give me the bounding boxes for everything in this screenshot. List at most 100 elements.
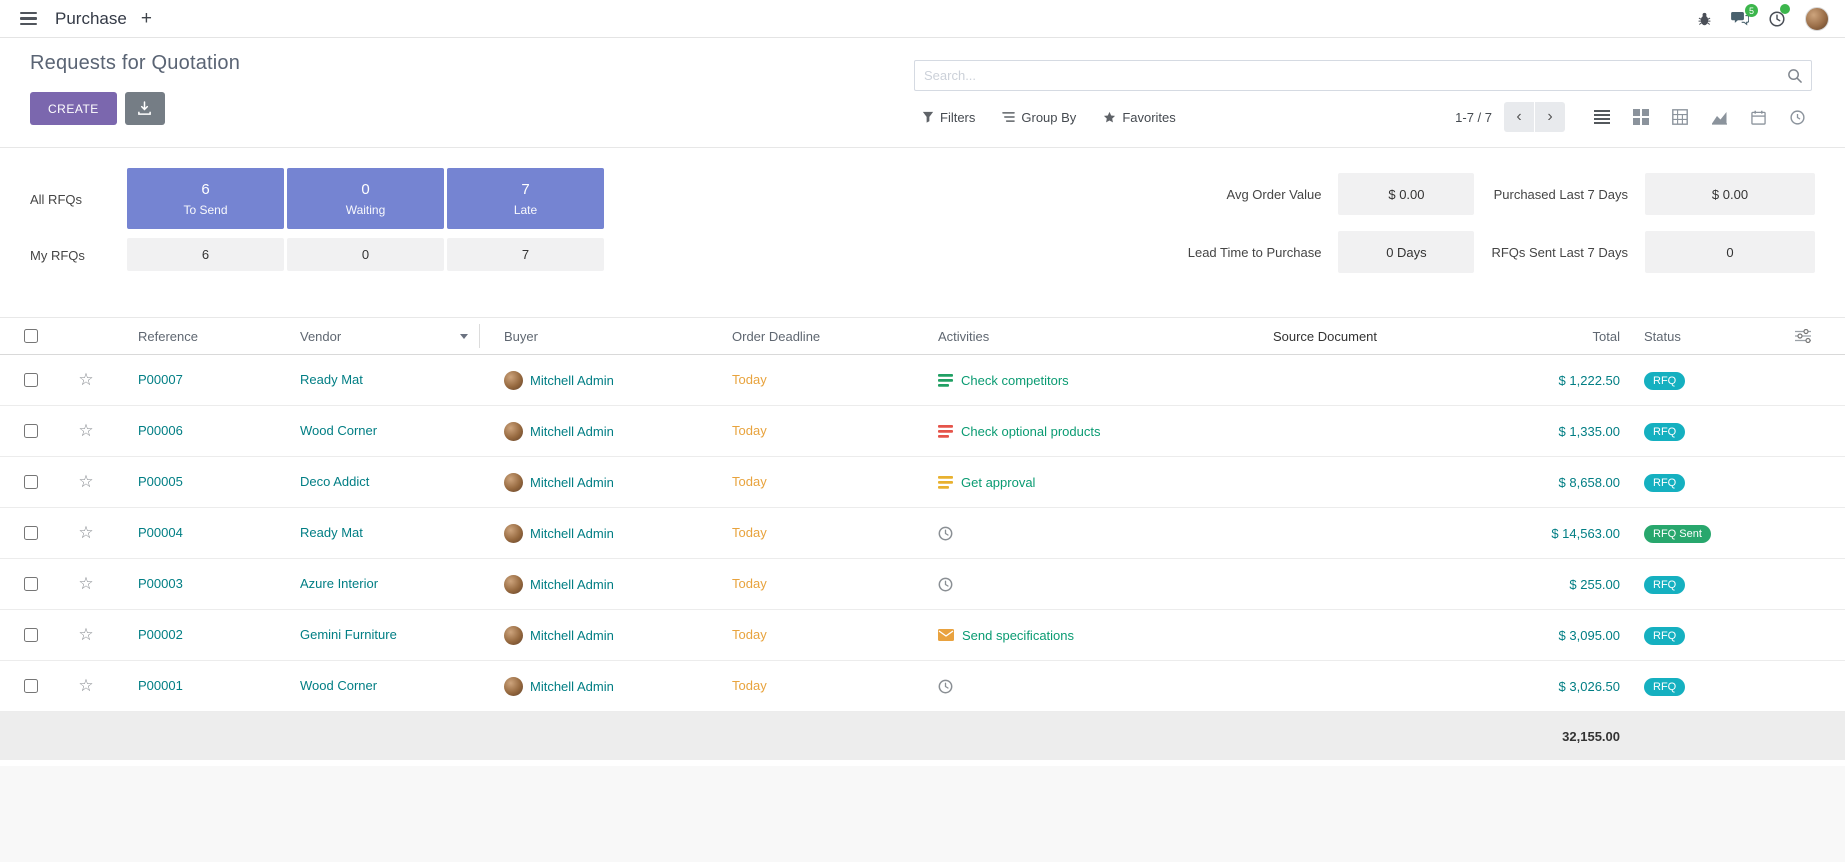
header-vendor[interactable]: Vendor: [280, 318, 480, 354]
pivot-view-icon[interactable]: [1665, 102, 1695, 132]
activity-label[interactable]: Check optional products: [961, 424, 1100, 439]
activity-label[interactable]: Check competitors: [961, 373, 1069, 388]
activity-label[interactable]: Get approval: [961, 475, 1035, 490]
pager-next-button[interactable]: ›: [1535, 102, 1565, 132]
favorite-star-icon[interactable]: ☆: [62, 676, 110, 696]
header-activities[interactable]: Activities: [920, 329, 1190, 344]
favorite-star-icon[interactable]: ☆: [62, 574, 110, 594]
header-order-deadline[interactable]: Order Deadline: [700, 329, 920, 344]
export-button[interactable]: [125, 92, 165, 125]
buyer-link[interactable]: Mitchell Admin: [530, 577, 614, 592]
kanban-view-icon[interactable]: [1626, 102, 1656, 132]
reference-link[interactable]: P00006: [138, 423, 183, 438]
card-waiting[interactable]: 0 Waiting: [287, 168, 444, 229]
avg-order-value[interactable]: $ 0.00: [1338, 173, 1474, 215]
favorite-star-icon[interactable]: ☆: [62, 472, 110, 492]
search-input[interactable]: [924, 68, 1787, 83]
favorite-star-icon[interactable]: ☆: [62, 370, 110, 390]
favorite-star-icon[interactable]: ☆: [62, 625, 110, 645]
pager-previous-button[interactable]: ‹: [1504, 102, 1534, 132]
my-waiting-count[interactable]: 0: [287, 238, 444, 271]
debug-bug-icon[interactable]: [1698, 12, 1711, 26]
optional-columns-icon[interactable]: [1760, 329, 1845, 343]
graph-view-icon[interactable]: [1704, 102, 1734, 132]
reference-link[interactable]: P00004: [138, 525, 183, 540]
header-buyer[interactable]: Buyer: [480, 329, 700, 344]
favorite-star-icon[interactable]: ☆: [62, 523, 110, 543]
vendor-link[interactable]: Wood Corner: [300, 678, 377, 693]
reference-link[interactable]: P00002: [138, 627, 183, 642]
activity-icon[interactable]: [938, 577, 953, 592]
activity-icon[interactable]: [938, 374, 953, 387]
activity-icon[interactable]: [938, 526, 953, 541]
activity-label[interactable]: Send specifications: [962, 628, 1074, 643]
vendor-link[interactable]: Wood Corner: [300, 423, 377, 438]
activity-icon[interactable]: [938, 629, 954, 641]
header-status[interactable]: Status: [1635, 329, 1760, 344]
buyer-link[interactable]: Mitchell Admin: [530, 475, 614, 490]
row-checkbox[interactable]: [24, 424, 38, 438]
search-icon[interactable]: [1787, 68, 1802, 83]
group-by-button[interactable]: Group By: [1002, 110, 1076, 125]
user-avatar[interactable]: [1805, 7, 1829, 31]
table-row[interactable]: ☆ P00003 Azure Interior Mitchell Admin T…: [0, 559, 1845, 610]
card-late[interactable]: 7 Late: [447, 168, 604, 229]
select-all-checkbox[interactable]: [24, 329, 38, 343]
messages-icon[interactable]: 5: [1731, 11, 1749, 26]
reference-link[interactable]: P00001: [138, 678, 183, 693]
lead-time-value[interactable]: 0 Days: [1338, 231, 1474, 273]
vendor-link[interactable]: Deco Addict: [300, 474, 369, 489]
create-button[interactable]: CREATE: [30, 92, 117, 125]
table-row[interactable]: ☆ P00001 Wood Corner Mitchell Admin Toda…: [0, 661, 1845, 712]
header-total[interactable]: Total: [1460, 329, 1635, 344]
filters-button[interactable]: Filters: [922, 110, 975, 125]
activities-count-badge: [1780, 4, 1790, 14]
calendar-view-icon[interactable]: [1743, 102, 1773, 132]
activity-icon[interactable]: [938, 425, 953, 438]
row-checkbox[interactable]: [24, 373, 38, 387]
activities-clock-icon[interactable]: [1769, 11, 1785, 27]
row-checkbox[interactable]: [24, 475, 38, 489]
header-reference[interactable]: Reference: [110, 329, 280, 344]
favorites-button[interactable]: Favorites: [1103, 110, 1175, 125]
table-row[interactable]: ☆ P00002 Gemini Furniture Mitchell Admin…: [0, 610, 1845, 661]
vendor-link[interactable]: Gemini Furniture: [300, 627, 397, 642]
header-source-document[interactable]: Source Document: [1190, 329, 1460, 344]
favorite-star-icon[interactable]: ☆: [62, 421, 110, 441]
row-checkbox[interactable]: [24, 526, 38, 540]
apps-menu-icon[interactable]: [16, 8, 41, 30]
rfqs-sent-last-7-days[interactable]: 0: [1645, 231, 1815, 273]
plus-icon[interactable]: +: [141, 9, 152, 28]
buyer-link[interactable]: Mitchell Admin: [530, 628, 614, 643]
vendor-link[interactable]: Ready Mat: [300, 525, 363, 540]
reference-link[interactable]: P00007: [138, 372, 183, 387]
buyer-link[interactable]: Mitchell Admin: [530, 424, 614, 439]
search-bar[interactable]: [914, 60, 1812, 91]
buyer-avatar: [504, 422, 523, 441]
list-view-icon[interactable]: [1587, 102, 1617, 132]
row-checkbox[interactable]: [24, 679, 38, 693]
vendor-link[interactable]: Ready Mat: [300, 372, 363, 387]
my-late-count[interactable]: 7: [447, 238, 604, 271]
page-background: [0, 766, 1845, 862]
reference-link[interactable]: P00003: [138, 576, 183, 591]
buyer-link[interactable]: Mitchell Admin: [530, 679, 614, 694]
activity-icon[interactable]: [938, 476, 953, 489]
app-title[interactable]: Purchase: [55, 9, 127, 29]
activity-icon[interactable]: [938, 679, 953, 694]
reference-link[interactable]: P00005: [138, 474, 183, 489]
row-checkbox[interactable]: [24, 628, 38, 642]
vendor-link[interactable]: Azure Interior: [300, 576, 378, 591]
row-checkbox[interactable]: [24, 577, 38, 591]
purchased-last-7-days[interactable]: $ 0.00: [1645, 173, 1815, 215]
buyer-link[interactable]: Mitchell Admin: [530, 526, 614, 541]
card-to-send[interactable]: 6 To Send: [127, 168, 284, 229]
my-to-send-count[interactable]: 6: [127, 238, 284, 271]
table-row[interactable]: ☆ P00007 Ready Mat Mitchell Admin Today …: [0, 355, 1845, 406]
table-row[interactable]: ☆ P00005 Deco Addict Mitchell Admin Toda…: [0, 457, 1845, 508]
activity-view-icon[interactable]: [1782, 102, 1812, 132]
table-row[interactable]: ☆ P00006 Wood Corner Mitchell Admin Toda…: [0, 406, 1845, 457]
buyer-link[interactable]: Mitchell Admin: [530, 373, 614, 388]
page-title: Requests for Quotation: [30, 52, 240, 75]
table-row[interactable]: ☆ P00004 Ready Mat Mitchell Admin Today …: [0, 508, 1845, 559]
